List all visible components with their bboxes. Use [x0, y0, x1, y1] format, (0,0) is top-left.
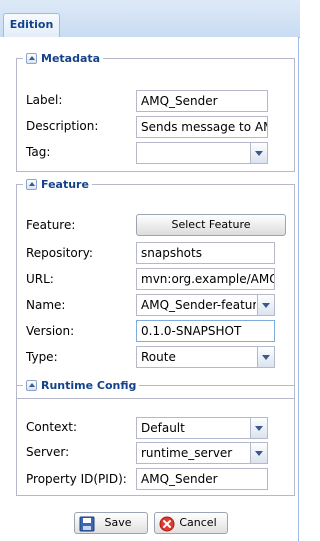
tab-bar: Edition: [0, 0, 300, 38]
server-field-label: Server:: [26, 445, 70, 459]
context-combo[interactable]: Default: [136, 417, 268, 439]
server-combo-value: runtime_server: [141, 446, 233, 460]
feature-fieldset: Feature Feature: Select Feature Reposito…: [16, 178, 295, 399]
save-button-label: Save: [104, 516, 132, 529]
feature-legend[interactable]: Feature: [23, 178, 92, 191]
collapse-icon[interactable]: [26, 53, 37, 64]
repository-field-label: Repository:: [26, 246, 93, 260]
server-combo[interactable]: runtime_server: [136, 442, 268, 464]
metadata-legend-label: Metadata: [41, 52, 101, 65]
tag-combo[interactable]: [136, 142, 268, 164]
metadata-fieldset: Metadata Label: AMQ_Sender Description: …: [16, 52, 295, 172]
description-input[interactable]: Sends message to AMQ: [136, 116, 268, 138]
chevron-down-icon[interactable]: [250, 418, 267, 438]
label-field-label: Label:: [26, 93, 63, 107]
cancel-button-label: Cancel: [179, 516, 217, 529]
chevron-down-icon[interactable]: [257, 295, 274, 315]
runtime-config-legend-label: Runtime Config: [41, 379, 137, 392]
version-field-label: Version:: [26, 324, 75, 338]
collapse-icon[interactable]: [26, 179, 37, 190]
feature-legend-label: Feature: [41, 178, 89, 191]
edition-panel: Metadata Label: AMQ_Sender Description: …: [0, 37, 299, 541]
runtime-config-fieldset: Runtime Config Context: Default Server: …: [16, 379, 295, 496]
runtime-config-legend[interactable]: Runtime Config: [23, 379, 139, 392]
context-combo-value: Default: [141, 421, 185, 435]
type-combo[interactable]: Route: [136, 346, 275, 368]
type-combo-value: Route: [141, 350, 176, 364]
chevron-down-icon[interactable]: [257, 347, 274, 367]
pid-input[interactable]: AMQ_Sender: [136, 468, 268, 490]
type-field-label: Type:: [26, 350, 58, 364]
feature-field-label: Feature:: [26, 218, 76, 232]
url-field-label: URL:: [26, 272, 54, 286]
save-button[interactable]: Save: [74, 512, 148, 534]
select-feature-button[interactable]: Select Feature: [136, 214, 286, 236]
collapse-icon[interactable]: [26, 380, 37, 391]
metadata-legend[interactable]: Metadata: [23, 52, 103, 65]
url-input[interactable]: mvn:org.example/AMQ_: [136, 268, 275, 290]
context-field-label: Context:: [26, 420, 78, 434]
name-combo-value: AMQ_Sender-feature: [141, 298, 256, 312]
tag-field-label: Tag:: [26, 145, 51, 159]
pid-field-label: Property ID(PID):: [26, 472, 127, 486]
chevron-down-icon[interactable]: [250, 443, 267, 463]
tab-edition[interactable]: Edition: [3, 13, 60, 37]
description-field-label: Description:: [26, 119, 99, 133]
label-input[interactable]: AMQ_Sender: [136, 90, 268, 112]
name-field-label: Name:: [26, 298, 66, 312]
chevron-down-icon[interactable]: [250, 143, 267, 163]
cancel-button[interactable]: Cancel: [154, 512, 228, 534]
name-combo[interactable]: AMQ_Sender-feature: [136, 294, 275, 316]
repository-input[interactable]: snapshots: [136, 242, 275, 264]
version-input[interactable]: 0.1.0-SNAPSHOT: [136, 320, 275, 342]
